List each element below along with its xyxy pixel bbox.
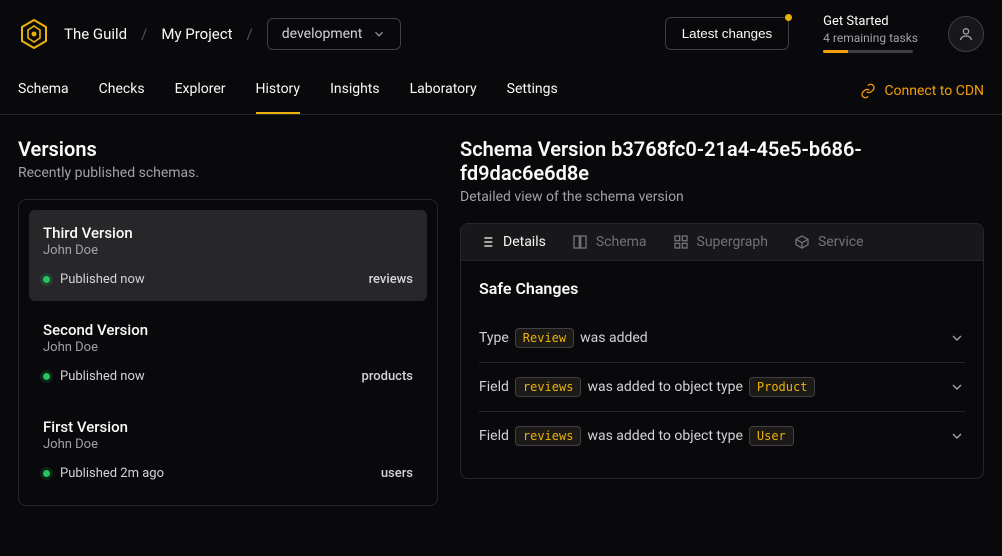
schema-icon bbox=[572, 234, 588, 250]
version-item[interactable]: Third VersionJohn Doe Published now review… bbox=[29, 210, 427, 301]
get-started-progress bbox=[823, 50, 913, 53]
nav-tab-laboratory[interactable]: Laboratory bbox=[410, 67, 477, 114]
versions-subtitle: Recently published schemas. bbox=[18, 165, 438, 181]
change-text: Type Review was added bbox=[479, 328, 648, 348]
detail-tab-label: Service bbox=[818, 234, 864, 250]
breadcrumb-project[interactable]: My Project bbox=[161, 25, 232, 43]
main-nav: Schema Checks Explorer History Insights Labor… bbox=[0, 67, 1002, 115]
breadcrumb: The Guild / My Project / bbox=[64, 25, 253, 43]
connect-to-cdn-label: Connect to CDN bbox=[884, 83, 984, 99]
version-status: Published now bbox=[60, 369, 145, 384]
code-pill: Review bbox=[515, 328, 574, 348]
change-text-part: was added to object type bbox=[587, 428, 742, 444]
logo[interactable] bbox=[18, 18, 50, 50]
environment-label: development bbox=[282, 26, 363, 42]
detail-tab-label: Details bbox=[503, 234, 546, 250]
get-started-subtitle: 4 remaining tasks bbox=[823, 31, 918, 45]
nav-tab-explorer[interactable]: Explorer bbox=[175, 67, 226, 114]
version-author: John Doe bbox=[43, 243, 413, 258]
detail-tab-details[interactable]: Details bbox=[479, 234, 546, 250]
version-title: Third Version bbox=[43, 224, 413, 242]
service-icon bbox=[794, 234, 810, 250]
safe-changes-title: Safe Changes bbox=[479, 279, 965, 298]
change-row[interactable]: Field reviews was added to object type Prod… bbox=[479, 363, 965, 412]
nav-tab-schema[interactable]: Schema bbox=[18, 67, 69, 114]
versions-list: Third VersionJohn DoePublished nowreview… bbox=[18, 199, 438, 506]
link-icon bbox=[860, 83, 876, 99]
version-author: John Doe bbox=[43, 437, 413, 452]
change-row[interactable]: Field reviews was added to object type User bbox=[479, 412, 965, 460]
detail-tab-label: Schema bbox=[596, 234, 647, 250]
code-pill: reviews bbox=[515, 426, 582, 446]
latest-changes-button[interactable]: Latest changes bbox=[665, 17, 789, 50]
detail-tab-schema[interactable]: Schema bbox=[572, 234, 647, 250]
chevron-down-icon bbox=[949, 379, 965, 395]
change-text-part: Field bbox=[479, 379, 509, 395]
code-pill: User bbox=[749, 426, 794, 446]
breadcrumb-separator: / bbox=[141, 25, 147, 43]
change-text-part: was added to object type bbox=[587, 379, 742, 395]
schema-version-title: Schema Version b3768fc0-21a4-45e5-b686-f… bbox=[460, 137, 984, 185]
status-dot-icon bbox=[43, 470, 50, 477]
chevron-down-icon bbox=[949, 428, 965, 444]
nav-tab-insights[interactable]: Insights bbox=[330, 67, 380, 114]
breadcrumb-separator: / bbox=[247, 25, 253, 43]
user-avatar-button[interactable] bbox=[948, 16, 984, 52]
version-tag: users bbox=[381, 466, 413, 481]
detail-tab-label: Supergraph bbox=[697, 234, 768, 250]
nav-tab-settings[interactable]: Settings bbox=[507, 67, 558, 114]
change-text-part: was added bbox=[580, 330, 648, 346]
details-icon bbox=[479, 234, 495, 250]
version-status: Published 2m ago bbox=[60, 466, 164, 481]
connect-to-cdn-link[interactable]: Connect to CDN bbox=[860, 69, 984, 113]
detail-tab-service[interactable]: Service bbox=[794, 234, 864, 250]
version-item[interactable]: Second VersionJohn Doe Published now produ… bbox=[29, 307, 427, 398]
version-title: First Version bbox=[43, 418, 413, 436]
nav-tab-history[interactable]: History bbox=[256, 67, 301, 114]
change-text: Field reviews was added to object type Prod… bbox=[479, 377, 815, 397]
change-text: Field reviews was added to object type User bbox=[479, 426, 794, 446]
breadcrumb-org[interactable]: The Guild bbox=[64, 25, 127, 43]
environment-dropdown[interactable]: development bbox=[267, 18, 402, 50]
detail-tabs: Details Schema Supergraph Service bbox=[461, 224, 983, 261]
version-tag: reviews bbox=[369, 272, 413, 287]
status-dot-icon bbox=[43, 276, 50, 283]
change-text-part: Type bbox=[479, 330, 509, 346]
chevron-down-icon bbox=[372, 27, 386, 41]
code-pill: Product bbox=[749, 377, 816, 397]
version-author: John Doe bbox=[43, 340, 413, 355]
detail-tab-supergraph[interactable]: Supergraph bbox=[673, 234, 768, 250]
versions-title: Versions bbox=[18, 137, 438, 161]
version-tag: products bbox=[362, 369, 413, 384]
version-item[interactable]: First VersionJohn Doe Published 2m ago use… bbox=[29, 404, 427, 495]
version-title: Second Version bbox=[43, 321, 413, 339]
code-pill: reviews bbox=[515, 377, 582, 397]
supergraph-icon bbox=[673, 234, 689, 250]
version-status: Published now bbox=[60, 272, 145, 287]
schema-version-subtitle: Detailed view of the schema version bbox=[460, 189, 984, 205]
notification-dot-icon bbox=[785, 14, 792, 21]
user-icon bbox=[958, 26, 974, 42]
chevron-down-icon bbox=[949, 330, 965, 346]
change-text-part: Field bbox=[479, 428, 509, 444]
get-started-title: Get Started bbox=[823, 14, 918, 29]
nav-tab-checks[interactable]: Checks bbox=[99, 67, 145, 114]
get-started-panel[interactable]: Get Started 4 remaining tasks bbox=[823, 14, 918, 53]
status-dot-icon bbox=[43, 373, 50, 380]
change-row[interactable]: Type Review was added bbox=[479, 314, 965, 363]
